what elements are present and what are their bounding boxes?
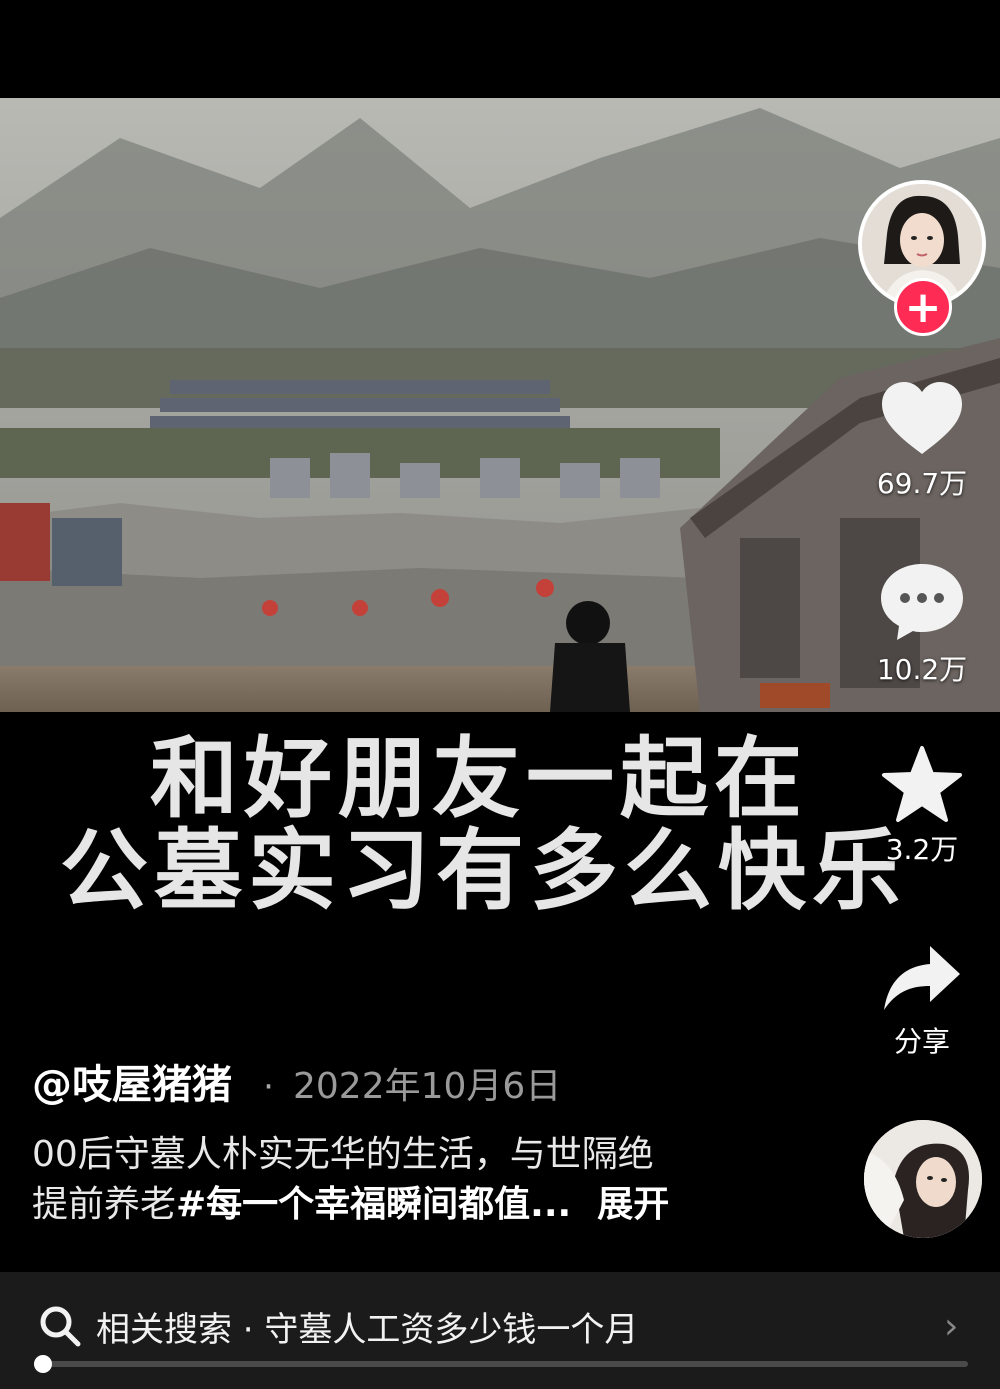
heart-icon [882, 382, 962, 454]
author-name[interactable]: @吱屋猪猪 [32, 1062, 232, 1108]
post-description: 00后守墓人朴实无华的生活，与世隔绝 提前养老#每一个幸福瞬间都值... 展开 [32, 1130, 792, 1230]
favorite-button[interactable]: 3.2万 [862, 744, 982, 868]
desc-line-1: 00后守墓人朴实无华的生活，与世隔绝 [32, 1134, 654, 1175]
comment-bubble-icon [881, 564, 963, 640]
chevron-right-icon: › [944, 1306, 959, 1347]
comment-button[interactable]: 10.2万 [862, 560, 982, 688]
caption-line-1: 和好朋友一起在 [150, 727, 809, 830]
related-search-bar[interactable]: 相关搜索 · 守墓人工资多少钱一个月 › [0, 1272, 1000, 1389]
desc-text: 提前养老 [32, 1184, 177, 1225]
like-button[interactable]: 69.7万 [862, 378, 982, 502]
video-caption: 和好朋友一起在 公墓实习有多么快乐 [0, 712, 1000, 932]
search-icon [40, 1306, 81, 1347]
music-disc-avatar[interactable] [864, 1120, 982, 1238]
meta-separator: · [263, 1067, 274, 1107]
share-arrow-icon [884, 946, 960, 1010]
music-disc-image [864, 1120, 982, 1238]
expand-button[interactable]: 展开 [597, 1184, 669, 1225]
like-count: 69.7万 [876, 467, 968, 500]
author-avatar[interactable]: + [858, 180, 986, 336]
related-search-text: 相关搜索 · 守墓人工资多少钱一个月 [96, 1310, 639, 1350]
video-progress-bar[interactable] [34, 1355, 968, 1373]
caption-line-2: 公墓实习有多么快乐 [60, 819, 907, 922]
share-label: 分享 [893, 1025, 950, 1058]
video-frame[interactable] [0, 98, 1000, 712]
post-meta: @吱屋猪猪 · 2022年10月6日 [32, 1052, 561, 1108]
desc-line-2: 提前养老#每一个幸福瞬间都值... 展开 [32, 1180, 792, 1230]
follow-button[interactable]: + [894, 278, 952, 336]
star-icon [882, 746, 962, 822]
video-scene-image [0, 98, 1000, 712]
comment-count: 10.2万 [876, 653, 968, 686]
favorite-count: 3.2万 [885, 833, 959, 866]
hashtag-link[interactable]: #每一个幸福瞬间都值... [176, 1184, 571, 1225]
post-date: 2022年10月6日 [293, 1066, 562, 1107]
share-button[interactable]: 分享 [862, 940, 982, 1060]
